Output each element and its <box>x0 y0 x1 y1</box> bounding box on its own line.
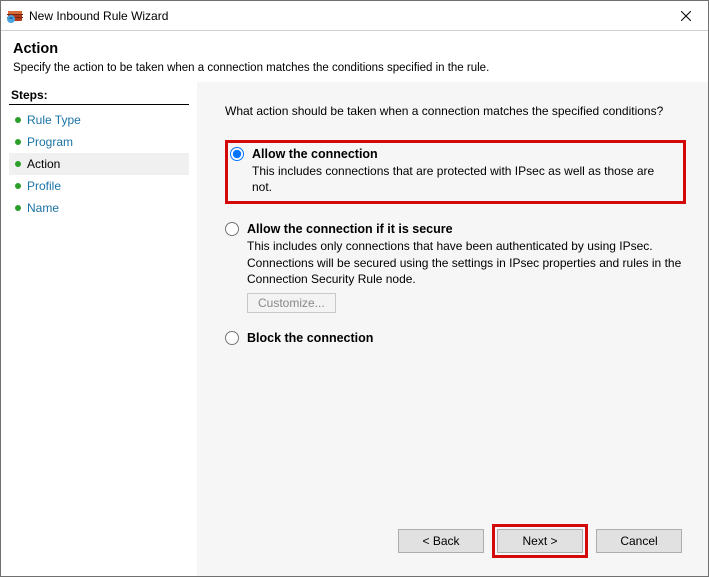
close-icon <box>681 11 691 21</box>
option-allow-secure-desc: This includes only connections that have… <box>247 238 686 287</box>
radio-block[interactable] <box>225 331 239 345</box>
step-label: Profile <box>27 179 61 193</box>
bullet-icon <box>15 205 21 211</box>
next-button[interactable]: Next > <box>497 529 583 553</box>
step-label: Program <box>27 135 73 149</box>
step-rule-type[interactable]: Rule Type <box>9 109 197 131</box>
step-action[interactable]: Action <box>9 153 189 175</box>
customize-button: Customize... <box>247 293 336 313</box>
wizard-footer: < Back Next > Cancel <box>219 514 686 566</box>
option-allow-secure: Allow the connection if it is secure Thi… <box>225 222 686 313</box>
step-program[interactable]: Program <box>9 131 197 153</box>
option-block-label: Block the connection <box>247 331 373 345</box>
window-title: New Inbound Rule Wizard <box>29 9 663 23</box>
step-name[interactable]: Name <box>9 197 197 219</box>
step-label: Rule Type <box>27 113 81 127</box>
option-allow-secure-label: Allow the connection if it is secure <box>247 222 453 236</box>
next-highlight: Next > <box>492 524 588 558</box>
firewall-icon <box>7 8 23 24</box>
page-title: Action <box>13 41 696 57</box>
main-panel: What action should be taken when a conne… <box>197 82 708 576</box>
back-button[interactable]: < Back <box>398 529 484 553</box>
radio-allow[interactable] <box>230 147 244 161</box>
action-prompt: What action should be taken when a conne… <box>225 104 686 118</box>
option-allow-connection: Allow the connection This includes conne… <box>225 140 686 204</box>
option-allow-desc: This includes connections that are prote… <box>252 163 677 195</box>
cancel-button[interactable]: Cancel <box>596 529 682 553</box>
option-allow-label: Allow the connection <box>252 147 378 161</box>
option-allow-secure-head[interactable]: Allow the connection if it is secure <box>225 222 686 236</box>
option-allow-head[interactable]: Allow the connection <box>230 147 677 161</box>
bullet-icon <box>15 183 21 189</box>
bullet-icon <box>15 161 21 167</box>
radio-allow-secure[interactable] <box>225 222 239 236</box>
option-block: Block the connection <box>225 331 686 345</box>
page-header: Action Specify the action to be taken wh… <box>1 31 708 82</box>
step-label: Name <box>27 201 59 215</box>
wizard-window: New Inbound Rule Wizard Action Specify t… <box>0 0 709 577</box>
steps-heading: Steps: <box>9 88 189 105</box>
option-block-head[interactable]: Block the connection <box>225 331 686 345</box>
page-subtitle: Specify the action to be taken when a co… <box>13 62 696 74</box>
step-profile[interactable]: Profile <box>9 175 197 197</box>
close-button[interactable] <box>663 1 708 30</box>
titlebar: New Inbound Rule Wizard <box>1 1 708 31</box>
step-label: Action <box>27 157 60 171</box>
steps-sidebar: Steps: Rule Type Program Action Profile … <box>1 82 197 576</box>
wizard-body: Steps: Rule Type Program Action Profile … <box>1 82 708 576</box>
bullet-icon <box>15 117 21 123</box>
bullet-icon <box>15 139 21 145</box>
